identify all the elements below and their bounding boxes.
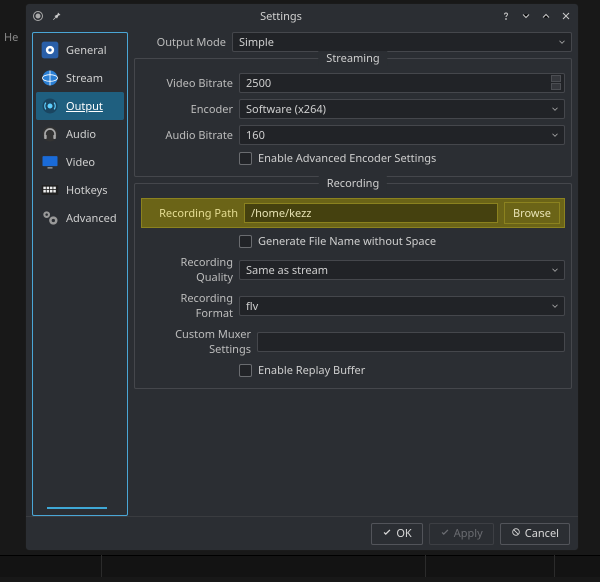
dialog-footer: OK Apply Cancel (26, 516, 578, 550)
headphones-icon (40, 124, 60, 144)
chevron-down-icon (557, 36, 567, 51)
broadcast-icon (40, 96, 60, 116)
sidebar-item-advanced[interactable]: Advanced (36, 204, 124, 232)
sidebar-item-general[interactable]: General (36, 36, 124, 64)
keyboard-icon (40, 180, 60, 200)
sidebar-item-label: Audio (66, 127, 96, 142)
dialog-title: Settings (62, 9, 500, 24)
sidebar-item-label: Video (66, 155, 95, 170)
streaming-group: Streaming Video Bitrate 2500 Encoder Sof… (134, 58, 572, 177)
apply-button[interactable]: Apply (429, 523, 494, 545)
sidebar-item-label: Hotkeys (66, 183, 108, 198)
settings-sidebar: General Stream Output Audio (32, 32, 128, 516)
titlebar: Settings (26, 4, 578, 28)
monitor-icon (40, 152, 60, 172)
help-icon[interactable] (500, 10, 512, 22)
muxer-row: Custom Muxer Settings (141, 327, 565, 357)
audio-bitrate-label: Audio Bitrate (141, 128, 233, 143)
recording-quality-select[interactable]: Same as stream (239, 260, 565, 280)
video-bitrate-row: Video Bitrate 2500 (141, 73, 565, 93)
checkbox-icon[interactable] (239, 364, 252, 377)
recording-quality-label: Recording Quality (141, 255, 233, 285)
video-bitrate-value: 2500 (246, 76, 271, 91)
browse-button[interactable]: Browse (504, 202, 560, 224)
app-icon (32, 10, 44, 22)
chevron-down-icon (550, 129, 560, 144)
sidebar-item-stream[interactable]: Stream (36, 64, 124, 92)
chevron-down-icon (550, 103, 560, 118)
gear-icon (40, 40, 60, 60)
video-bitrate-label: Video Bitrate (141, 76, 233, 91)
audio-bitrate-value: 160 (246, 128, 265, 143)
cancel-button[interactable]: Cancel (500, 523, 570, 545)
encoder-select[interactable]: Software (x264) (239, 99, 565, 119)
sidebar-item-video[interactable]: Video (36, 148, 124, 176)
sidebar-scroll-indicator (47, 507, 107, 509)
check-icon (440, 526, 450, 541)
main-panel: Output Mode Simple Streaming Video Bitra… (134, 32, 572, 516)
recording-group: Recording Recording Path /home/kezz Brow… (134, 183, 572, 389)
checkbox-icon[interactable] (239, 235, 252, 248)
output-mode-value: Simple (239, 35, 274, 50)
recording-format-value: flv (246, 299, 258, 314)
audio-bitrate-row: Audio Bitrate 160 (141, 125, 565, 145)
filename-nospace-checkbox-row[interactable]: Generate File Name without Space (239, 234, 565, 249)
filename-nospace-label: Generate File Name without Space (258, 234, 436, 249)
recording-path-row: Recording Path /home/kezz Browse (141, 198, 565, 228)
pin-icon[interactable] (50, 10, 62, 22)
sidebar-item-label: Advanced (66, 211, 117, 226)
chevron-down-icon (550, 300, 560, 315)
advanced-encoder-label: Enable Advanced Encoder Settings (258, 151, 436, 166)
replay-buffer-label: Enable Replay Buffer (258, 363, 365, 378)
check-icon (382, 526, 392, 541)
spinner-icon[interactable] (551, 75, 561, 90)
sidebar-item-label: Stream (66, 71, 103, 86)
muxer-input[interactable] (257, 332, 565, 352)
audio-bitrate-select[interactable]: 160 (239, 125, 565, 145)
output-mode-select[interactable]: Simple (232, 32, 572, 52)
streaming-title: Streaming (318, 51, 387, 66)
output-mode-row: Output Mode Simple (134, 32, 572, 52)
truncated-text: He (4, 30, 18, 45)
cancel-icon (511, 526, 521, 541)
recording-format-select[interactable]: flv (239, 296, 565, 316)
checkbox-icon[interactable] (239, 152, 252, 165)
sidebar-item-label: General (66, 43, 107, 58)
globe-icon (40, 68, 60, 88)
recording-quality-row: Recording Quality Same as stream (141, 255, 565, 285)
sidebar-item-audio[interactable]: Audio (36, 120, 124, 148)
recording-format-label: Recording Format (141, 291, 233, 321)
sidebar-item-label: Output (66, 99, 103, 114)
sidebar-item-hotkeys[interactable]: Hotkeys (36, 176, 124, 204)
recording-quality-value: Same as stream (246, 263, 328, 278)
recording-title: Recording (319, 176, 387, 191)
settings-dialog: Settings General (25, 3, 579, 551)
minimize-icon[interactable] (520, 10, 532, 22)
muxer-label: Custom Muxer Settings (141, 327, 251, 357)
chevron-down-icon (550, 264, 560, 279)
encoder-value: Software (x264) (246, 102, 326, 117)
recording-path-input[interactable]: /home/kezz (244, 203, 498, 223)
maximize-icon[interactable] (540, 10, 552, 22)
bottom-panel-strip (0, 555, 600, 577)
video-bitrate-input[interactable]: 2500 (239, 73, 565, 93)
output-mode-label: Output Mode (134, 35, 226, 50)
recording-path-label: Recording Path (146, 206, 238, 221)
advanced-encoder-checkbox-row[interactable]: Enable Advanced Encoder Settings (239, 151, 565, 166)
close-icon[interactable] (560, 10, 572, 22)
recording-path-value: /home/kezz (251, 206, 311, 221)
encoder-label: Encoder (141, 102, 233, 117)
ok-button[interactable]: OK (371, 523, 422, 545)
cogs-icon (40, 208, 60, 228)
replay-buffer-checkbox-row[interactable]: Enable Replay Buffer (239, 363, 565, 378)
recording-format-row: Recording Format flv (141, 291, 565, 321)
sidebar-item-output[interactable]: Output (36, 92, 124, 120)
encoder-row: Encoder Software (x264) (141, 99, 565, 119)
